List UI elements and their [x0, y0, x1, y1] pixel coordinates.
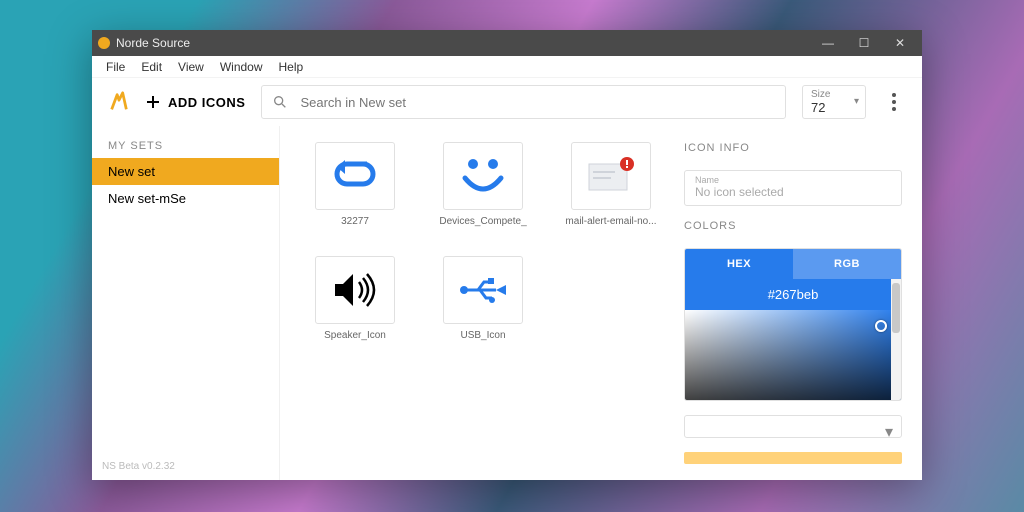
speaker-icon: [331, 270, 379, 310]
app-logo-icon: [108, 91, 130, 113]
more-menu-button[interactable]: [882, 93, 906, 111]
menu-help[interactable]: Help: [273, 58, 310, 76]
search-box[interactable]: [261, 85, 786, 119]
colors-heading: COLORS: [684, 220, 902, 234]
icon-grid: 32277 Devices_Compete_: [300, 142, 666, 464]
menu-view[interactable]: View: [172, 58, 210, 76]
plus-icon: [146, 95, 160, 109]
minimize-button[interactable]: ―: [812, 33, 844, 53]
version-label: NS Beta v0.2.32: [92, 453, 279, 480]
menubar: File Edit View Window Help: [92, 56, 922, 78]
app-window: Norde Source ― ☐ ✕ File Edit View Window…: [92, 30, 922, 480]
menu-file[interactable]: File: [100, 58, 131, 76]
tab-hex[interactable]: HEX: [685, 249, 793, 279]
smiley-icon: [459, 154, 507, 198]
scroll-thumb[interactable]: [892, 283, 900, 333]
icon-tile-2[interactable]: mail-alert-email-no...: [556, 142, 666, 242]
panel-scrollbar[interactable]: [891, 279, 901, 400]
add-icons-label: ADD ICONS: [168, 95, 245, 110]
sidebar-item-set-1[interactable]: New set-mSe: [92, 185, 279, 212]
size-label: Size: [811, 89, 857, 100]
topbar: ADD ICONS Size 72: [92, 78, 922, 126]
icon-caption: Devices_Compete_: [439, 216, 526, 227]
icon-tile-3[interactable]: Speaker_Icon: [300, 256, 410, 356]
app-icon: [98, 37, 110, 49]
size-dropdown[interactable]: Size 72: [802, 85, 866, 119]
icon-caption: mail-alert-email-no...: [565, 216, 656, 227]
info-panel: ICON INFO Name No icon selected COLORS H…: [684, 142, 902, 464]
icon-caption: USB_Icon: [460, 330, 505, 341]
close-button[interactable]: ✕: [884, 33, 916, 53]
my-sets-heading: MY SETS: [92, 126, 279, 158]
maximize-button[interactable]: ☐: [848, 33, 880, 53]
icon-caption: Speaker_Icon: [324, 330, 386, 341]
icon-tile-1[interactable]: Devices_Compete_: [428, 142, 538, 242]
name-label: Name: [695, 175, 891, 185]
size-value: 72: [811, 100, 857, 115]
mail-alert-icon: [585, 156, 637, 196]
color-picker: HEX RGB #267beb: [684, 248, 902, 401]
accent-bar: [684, 452, 902, 464]
window-title: Norde Source: [116, 36, 806, 50]
icon-info-heading: ICON INFO: [684, 142, 902, 156]
usb-icon: [458, 276, 508, 304]
menu-window[interactable]: Window: [214, 58, 269, 76]
icon-tile-0[interactable]: 32277: [300, 142, 410, 242]
sv-handle[interactable]: [875, 320, 887, 332]
icon-caption: 32277: [341, 216, 369, 227]
sidebar: MY SETS New set New set-mSe NS Beta v0.2…: [92, 126, 280, 480]
search-input[interactable]: [298, 94, 775, 111]
menu-edit[interactable]: Edit: [135, 58, 168, 76]
add-icons-button[interactable]: ADD ICONS: [146, 95, 245, 110]
search-icon: [272, 94, 288, 110]
icon-name-field[interactable]: Name No icon selected: [684, 170, 902, 206]
tab-rgb[interactable]: RGB: [793, 249, 901, 279]
hex-value[interactable]: #267beb: [685, 279, 901, 310]
titlebar[interactable]: Norde Source ― ☐ ✕: [92, 30, 922, 56]
extra-dropdown[interactable]: [684, 415, 902, 438]
loop-arrow-icon: [333, 158, 377, 194]
icon-tile-4[interactable]: USB_Icon: [428, 256, 538, 356]
saturation-value-picker[interactable]: [685, 310, 901, 401]
sidebar-item-set-0[interactable]: New set: [92, 158, 279, 185]
name-value: No icon selected: [695, 185, 891, 199]
